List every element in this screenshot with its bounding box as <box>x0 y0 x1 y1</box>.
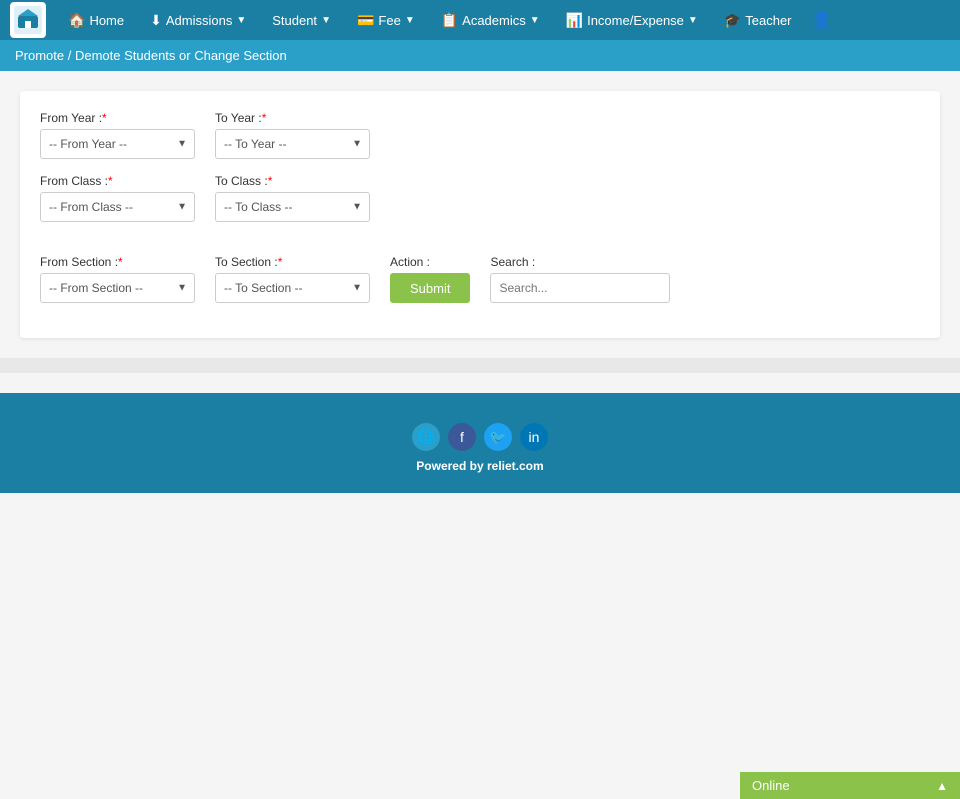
nav-teacher-label: Teacher <box>745 13 791 28</box>
search-group: Search : <box>490 255 670 303</box>
to-year-select-wrapper: -- To Year -- ▼ <box>215 129 370 159</box>
online-label: Online <box>752 778 790 793</box>
to-class-label: To Class :* <box>215 174 370 188</box>
search-input[interactable] <box>490 273 670 303</box>
from-year-group: From Year :* -- From Year -- ▼ <box>40 111 195 159</box>
to-section-required: * <box>278 255 283 269</box>
year-row: From Year :* -- From Year -- ▼ To Year :… <box>40 111 920 159</box>
from-year-select[interactable]: -- From Year -- <box>40 129 195 159</box>
from-class-group: From Class :* -- From Class -- ▼ <box>40 174 195 222</box>
navbar: 🏠 Home ⬇ Admissions ▼ Student ▼ 💳 Fee ▼ … <box>0 0 960 40</box>
main-content: From Year :* -- From Year -- ▼ To Year :… <box>0 71 960 358</box>
to-class-select-wrapper: -- To Class -- ▼ <box>215 192 370 222</box>
chevron-down-icon: ▼ <box>405 15 415 26</box>
nav-user-profile[interactable]: 👤 <box>806 4 838 36</box>
nav-home[interactable]: 🏠 Home <box>56 6 136 35</box>
from-section-label: From Section :* <box>40 255 195 269</box>
academics-icon: 📋 <box>441 12 458 29</box>
nav-admissions[interactable]: ⬇ Admissions ▼ <box>138 6 258 35</box>
to-section-group: To Section :* -- To Section -- ▼ <box>215 255 370 303</box>
to-year-group: To Year :* -- To Year -- ▼ <box>215 111 370 159</box>
to-section-select-wrapper: -- To Section -- ▼ <box>215 273 370 303</box>
gray-separator <box>0 358 960 373</box>
section-row: From Section :* -- From Section -- ▼ To … <box>40 237 920 303</box>
from-year-label: From Year :* <box>40 111 195 125</box>
to-year-select[interactable]: -- To Year -- <box>215 129 370 159</box>
from-class-label: From Class :* <box>40 174 195 188</box>
from-section-group: From Section :* -- From Section -- ▼ <box>40 255 195 303</box>
linkedin-icon[interactable]: in <box>520 423 548 451</box>
chevron-down-icon: ▼ <box>688 15 698 26</box>
to-year-required: * <box>262 111 267 125</box>
from-section-select[interactable]: -- From Section -- <box>40 273 195 303</box>
submit-button[interactable]: Submit <box>390 273 470 303</box>
twitter-icon[interactable]: 🐦 <box>484 423 512 451</box>
footer-social-icons: 🌐 f 🐦 in <box>0 423 960 451</box>
footer: 🌐 f 🐦 in Powered by reliet.com <box>0 393 960 493</box>
nav-fee[interactable]: 💳 Fee ▼ <box>345 6 427 35</box>
footer-powered-text: Powered by reliet.com <box>0 459 960 473</box>
from-section-select-wrapper: -- From Section -- ▼ <box>40 273 195 303</box>
teacher-icon: 🎓 <box>724 12 741 29</box>
from-class-select[interactable]: -- From Class -- <box>40 192 195 222</box>
chevron-down-icon: ▼ <box>321 15 331 26</box>
action-group: Action : Submit <box>390 255 470 303</box>
nav-admissions-label: Admissions <box>166 13 232 28</box>
chevron-down-icon: ▼ <box>530 15 540 26</box>
nav-home-label: Home <box>89 13 124 28</box>
nav-teacher[interactable]: 🎓 Teacher <box>712 6 804 35</box>
action-label: Action : <box>390 255 470 269</box>
income-icon: 📊 <box>566 12 583 29</box>
chevron-down-icon: ▼ <box>236 15 246 26</box>
breadcrumb-text: Promote / Demote Students or Change Sect… <box>15 48 287 63</box>
to-section-label: To Section :* <box>215 255 370 269</box>
nav-fee-label: Fee <box>378 13 400 28</box>
class-row: From Class :* -- From Class -- ▼ To Clas… <box>40 174 920 222</box>
form-panel: From Year :* -- From Year -- ▼ To Year :… <box>20 91 940 338</box>
facebook-icon[interactable]: f <box>448 423 476 451</box>
nav-income-expense[interactable]: 📊 Income/Expense ▼ <box>554 6 710 35</box>
fee-icon: 💳 <box>357 12 374 29</box>
globe-icon[interactable]: 🌐 <box>412 423 440 451</box>
nav-items: 🏠 Home ⬇ Admissions ▼ Student ▼ 💳 Fee ▼ … <box>56 4 950 36</box>
from-class-select-wrapper: -- From Class -- ▼ <box>40 192 195 222</box>
brand-logo[interactable] <box>10 2 46 38</box>
from-section-required: * <box>118 255 123 269</box>
chevron-up-icon: ▲ <box>936 779 948 793</box>
to-year-label: To Year :* <box>215 111 370 125</box>
footer-site-link: reliet.com <box>487 459 544 473</box>
nav-academics-label: Academics <box>462 13 526 28</box>
nav-income-label: Income/Expense <box>587 13 684 28</box>
to-class-required: * <box>268 174 273 188</box>
search-label: Search : <box>490 255 670 269</box>
admissions-icon: ⬇ <box>150 12 162 29</box>
to-class-select[interactable]: -- To Class -- <box>215 192 370 222</box>
nav-academics[interactable]: 📋 Academics ▼ <box>429 6 552 35</box>
to-class-group: To Class :* -- To Class -- ▼ <box>215 174 370 222</box>
to-section-select[interactable]: -- To Section -- <box>215 273 370 303</box>
nav-student-label: Student <box>272 13 317 28</box>
online-bar[interactable]: Online ▲ <box>740 772 960 799</box>
nav-student[interactable]: Student ▼ <box>260 7 343 34</box>
from-year-select-wrapper: -- From Year -- ▼ <box>40 129 195 159</box>
from-class-required: * <box>108 174 113 188</box>
home-icon: 🏠 <box>68 12 85 29</box>
from-year-required: * <box>102 111 107 125</box>
breadcrumb: Promote / Demote Students or Change Sect… <box>0 40 960 71</box>
